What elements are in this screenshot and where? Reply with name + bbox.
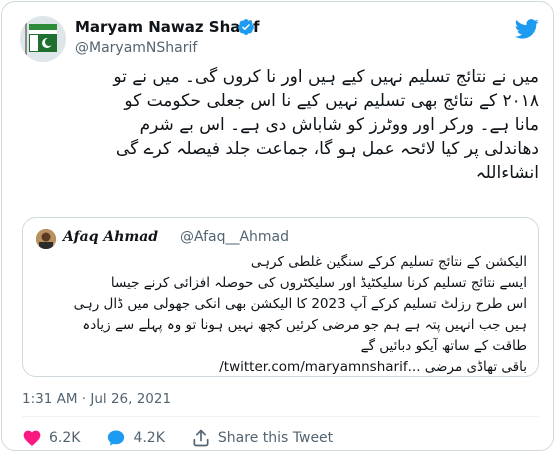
tweet-line: ۲۰۱۸ کے نتائج بھی تسلیم نہیں کیے نا اس ج…	[124, 91, 539, 111]
author-name[interactable]: Maryam Nawaz Sharif	[75, 18, 259, 36]
verified-badge-icon	[238, 19, 254, 35]
share-label: Share this Tweet	[217, 430, 334, 446]
tweet-line: میں نے نتائج تسلیم نہیں کیے ہیں اور نا ک…	[113, 67, 539, 87]
quote-text: الیکشن کے نتائج تسلیم کرکے سنگین غلطی کر…	[37, 252, 527, 378]
quoted-tweet[interactable]: Afaq Ahmad @Afaq__Ahmad الیکشن کے نتائج …	[22, 217, 539, 377]
reply-bubble-icon	[108, 430, 125, 446]
tweet-line: دھاندلی پر کیا لائحہ عمل ہو گا، جماعت جل…	[115, 139, 539, 159]
quote-line: طاقت کے ساتھ آیکو دبائیں گے	[360, 338, 527, 354]
quote-avatar[interactable]	[36, 229, 56, 249]
twitter-bird-icon[interactable]	[515, 19, 539, 39]
share-icon	[193, 429, 209, 447]
action-bar: 6.2K 4.2K Share this Tweet	[22, 426, 359, 450]
quote-line: اس طرح رزلٹ تسلیم کرکے آپ 2023 کا الیکشن…	[73, 296, 527, 312]
tweet-text: میں نے نتائج تسلیم نہیں کیے ہیں اور نا ک…	[22, 65, 539, 185]
avatar[interactable]	[20, 16, 66, 62]
author-handle[interactable]: @MaryamNSharif	[75, 40, 197, 56]
tweet-timestamp[interactable]: 1:31 AM · Jul 26, 2021	[22, 391, 171, 407]
quote-author-handle[interactable]: @Afaq__Ahmad	[180, 229, 289, 245]
share-button[interactable]: Share this Tweet	[191, 428, 333, 448]
like-count: 6.2K	[49, 430, 81, 446]
tweet-card: Maryam Nawaz Sharif @MaryamNSharif میں ن…	[1, 1, 554, 451]
quote-line: ہیں جب انہیں پتہ ہے ہم جو مرضی کرئیں کچھ…	[82, 317, 527, 333]
tweet-line: مانا ہے۔ ورکر اور ووٹرز کو شاباش دی ہے۔ …	[139, 115, 539, 135]
quote-line: الیکشن کے نتائج تسلیم کرکے سنگین غلطی کر…	[250, 254, 527, 270]
reply-count: 4.2K	[133, 430, 165, 446]
heart-icon	[23, 430, 41, 446]
quote-link-line[interactable]: باقی تھاڈی مرضی ...twitter.com/maryamnsh…	[37, 357, 527, 378]
quote-author-name[interactable]: Afaq Ahmad	[63, 229, 158, 245]
tweet-line: انشاءاللہ	[475, 163, 539, 183]
quote-line: ایسے نتائج تسلیم کرنا سلیکٹیڈ اور سلیکٹر…	[110, 275, 527, 291]
like-button[interactable]: 6.2K	[22, 428, 80, 448]
reply-button[interactable]: 4.2K	[106, 428, 165, 448]
avatar-image	[20, 16, 66, 62]
quote-avatar-image	[36, 229, 56, 249]
divider	[22, 416, 539, 417]
